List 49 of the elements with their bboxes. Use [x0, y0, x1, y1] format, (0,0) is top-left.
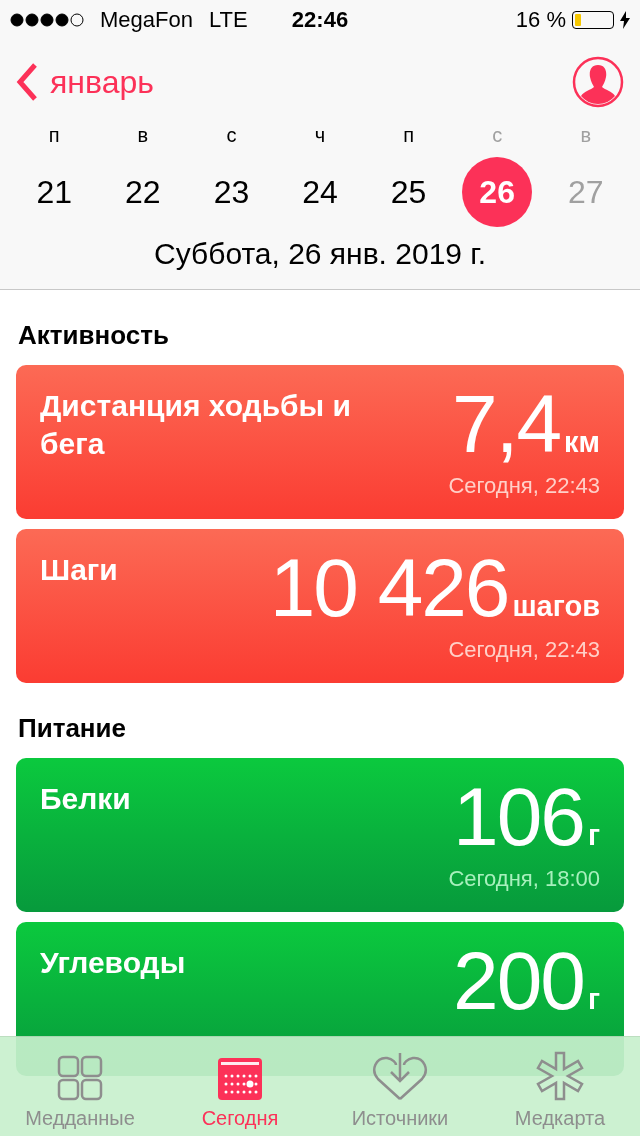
metric-time: Сегодня, 18:00 — [448, 866, 600, 892]
battery-icon — [572, 11, 614, 29]
heart-icon — [372, 1051, 428, 1101]
weekday-label: п — [403, 124, 414, 147]
status-time: 22:46 — [291, 7, 349, 33]
grid-icon — [57, 1055, 103, 1101]
day-button[interactable]: 26 — [462, 157, 533, 227]
weekday-label: п — [48, 124, 60, 147]
weekday-label: в — [137, 124, 149, 147]
section-title: Активность — [18, 320, 170, 351]
day-button[interactable]: 24 — [285, 157, 355, 227]
metric-title: Дистанция ходьбы и бега — [40, 388, 352, 463]
metric-title: Углеводы — [40, 945, 186, 981]
network-type: LTE — [208, 7, 248, 33]
day-button[interactable]: 23 — [196, 157, 267, 227]
metric-value: 106 — [453, 776, 584, 858]
weekday-label: в — [580, 124, 591, 147]
day-button[interactable]: 21 — [19, 157, 90, 227]
asterisk-icon — [535, 1051, 585, 1101]
metric-time: Сегодня, 22:43 — [448, 637, 600, 663]
weekday-label: с — [492, 124, 503, 147]
calendar-icon — [217, 1055, 263, 1101]
date-title: Суббота, 26 янв. 2019 г. — [153, 236, 487, 272]
metric-unit: г — [587, 819, 600, 852]
metric-title: Белки — [40, 781, 131, 817]
section-title: Питание — [18, 713, 127, 744]
day-button[interactable]: 27 — [550, 157, 621, 227]
metric-card[interactable]: Шаги 10 426 шагов Сегодня, 22:43 — [16, 529, 624, 683]
weekday-label: с — [226, 124, 237, 147]
metric-card[interactable]: Белки 106 г Сегодня, 18:00 — [16, 758, 624, 912]
charging-bolt-icon — [620, 11, 630, 29]
day-button[interactable]: 25 — [373, 157, 444, 227]
metric-title: Шаги — [40, 552, 118, 588]
weekday-label: ч — [314, 124, 326, 147]
metric-card[interactable]: Дистанция ходьбы и бега 7,4 км Сегодня, 22:43 — [16, 365, 624, 519]
chevron-icon — [16, 62, 38, 102]
metric-value: 10 426 — [269, 547, 509, 629]
metric-value: 7,4 — [452, 383, 561, 465]
battery-percent: 16 % — [515, 7, 566, 33]
back-button[interactable]: январь — [16, 62, 154, 102]
signal-icon — [10, 13, 84, 27]
metric-unit: шагов — [512, 590, 600, 623]
carrier-name: MegaFon — [100, 7, 193, 33]
profile-icon[interactable] — [572, 56, 624, 108]
metric-time: Сегодня, 22:43 — [448, 473, 600, 499]
metric-value: 200 — [453, 940, 584, 1022]
metric-unit: г — [587, 983, 600, 1016]
metric-unit: км — [564, 426, 600, 459]
day-button[interactable]: 22 — [107, 157, 178, 227]
